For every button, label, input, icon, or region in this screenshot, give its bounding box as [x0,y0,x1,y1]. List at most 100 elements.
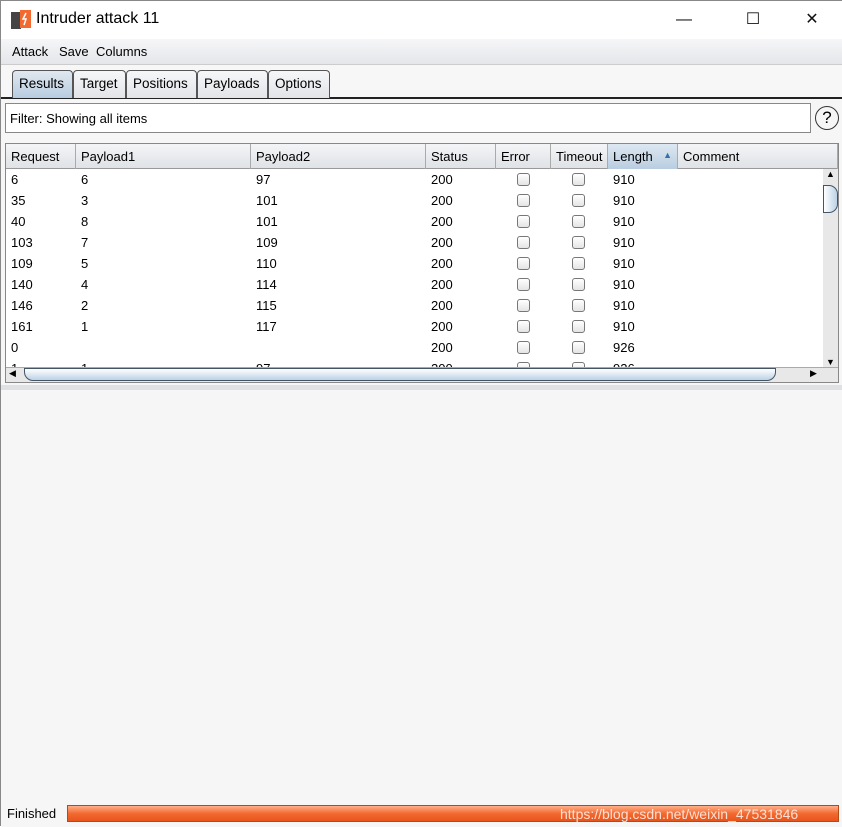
window-title: Intruder attack 11 [36,10,160,27]
cell-status: 200 [431,256,453,271]
cell-payload2: 109 [256,235,278,250]
timeout-checkbox [572,320,585,333]
cell-length: 910 [613,277,635,292]
timeout-checkbox [572,215,585,228]
cell-length: 910 [613,256,635,271]
results-panel: Filter: Showing all items ? Request Paylo… [1,99,842,799]
status-text: Finished [7,806,57,821]
cell-payload1: 8 [81,214,89,229]
vertical-scroll-thumb[interactable] [823,185,838,213]
scroll-left-icon[interactable]: ◀ [9,368,16,379]
error-checkbox [517,341,530,354]
column-header-payload2[interactable]: Payload2 [251,144,426,169]
results-table: Request Payload1 Payload2 Status Error Timeou… [5,143,839,383]
minimize-button[interactable]: — [661,5,707,35]
timeout-checkbox [572,341,585,354]
cell-status: 200 [431,172,453,187]
error-checkbox [517,299,530,312]
timeout-checkbox [572,299,585,312]
cell-payload2: 101 [256,193,278,208]
split-pane-divider[interactable] [1,385,842,390]
scroll-up-icon[interactable]: ▲ [823,169,838,179]
cell-payload1: 2 [81,298,89,313]
column-header-label: Status [431,149,468,164]
cell-request: 6 [11,172,19,187]
cell-length: 910 [613,193,635,208]
column-header-request[interactable]: Request [6,144,76,169]
table-row[interactable]: 35 3 101 200 910 [6,190,823,211]
watermark: https://blog.csdn.net/weixin_47531846 [560,806,799,822]
table-row[interactable]: 109 5 110 200 910 [6,253,823,274]
error-checkbox [517,278,530,291]
tab-results[interactable]: Results [12,70,73,98]
column-header-status[interactable]: Status [426,144,496,169]
menu-attack[interactable]: Attack [12,44,48,59]
cell-request: 140 [11,277,33,292]
status-bar: Finished https://blog.csdn.net/weixin_47… [1,799,842,827]
column-header-length[interactable]: Length ▲ [608,144,678,169]
cell-request: 161 [11,319,33,334]
column-header-error[interactable]: Error [496,144,551,169]
cell-payload1: 6 [81,172,89,187]
timeout-checkbox [572,257,585,270]
scroll-right-icon[interactable]: ▶ [810,368,817,379]
cell-payload2: 114 [256,277,277,292]
table-row[interactable]: 40 8 101 200 910 [6,211,823,232]
tab-positions[interactable]: Positions [126,70,197,98]
column-header-label: Comment [683,149,740,164]
cell-payload2: 110 [256,256,277,271]
timeout-checkbox [572,236,585,249]
progress-bar: https://blog.csdn.net/weixin_47531846 [67,805,839,822]
filter-bar[interactable]: Filter: Showing all items [5,103,811,133]
menu-save[interactable]: Save [59,44,89,59]
table-row[interactable]: 146 2 115 200 910 [6,295,823,316]
tab-target[interactable]: Target [73,70,126,98]
cell-length: 910 [613,319,635,334]
cell-payload2: 101 [256,214,278,229]
horizontal-scroll-thumb[interactable] [24,368,776,381]
table-header: Request Payload1 Payload2 Status Error Timeou… [6,144,838,169]
cell-request: 0 [11,340,19,355]
maximize-button[interactable]: ☐ [730,5,776,35]
cell-payload1: 5 [81,256,89,271]
tab-bar: Results Target Positions Payloads Option… [1,65,842,99]
cell-status: 200 [431,214,453,229]
vertical-scrollbar[interactable]: ▲ ▼ [823,169,838,367]
cell-status: 200 [431,319,453,334]
table-row[interactable]: 161 1 117 200 910 [6,316,823,337]
column-header-label: Timeout [556,149,603,164]
burp-logo-icon [11,10,31,29]
cell-request: 146 [11,298,33,313]
timeout-checkbox [572,278,585,291]
column-header-label: Payload2 [256,149,311,164]
cell-payload2: 115 [256,298,277,313]
help-icon[interactable]: ? [815,106,839,130]
table-row[interactable]: 0 200 926 [6,337,823,358]
menu-bar: Attack Save Columns [1,39,842,65]
column-header-comment[interactable]: Comment [678,144,838,169]
table-row[interactable]: 103 7 109 200 910 [6,232,823,253]
cell-status: 200 [431,193,453,208]
cell-status: 200 [431,340,453,355]
menu-columns[interactable]: Columns [96,44,147,59]
cell-payload1: 7 [81,235,89,250]
cell-payload2: 97 [256,172,271,187]
tab-options[interactable]: Options [268,70,330,98]
error-checkbox [517,236,530,249]
close-button[interactable]: ✕ [789,5,835,35]
cell-length: 910 [613,235,635,250]
timeout-checkbox [572,173,585,186]
cell-length: 910 [613,172,635,187]
scroll-down-icon[interactable]: ▼ [823,357,838,367]
cell-payload2: 117 [256,319,277,334]
error-checkbox [517,257,530,270]
table-row[interactable]: 140 4 114 200 910 [6,274,823,295]
column-header-label: Request [11,149,60,164]
tab-payloads[interactable]: Payloads [197,70,268,98]
title-bar: Intruder attack 11 — ☐ ✕ [1,1,842,39]
horizontal-scrollbar[interactable]: ◀ ▶ [6,367,838,382]
cell-payload1: 4 [81,277,89,292]
table-row[interactable]: 6 6 97 200 910 [6,169,823,190]
column-header-payload1[interactable]: Payload1 [76,144,251,169]
column-header-timeout[interactable]: Timeout [551,144,608,169]
